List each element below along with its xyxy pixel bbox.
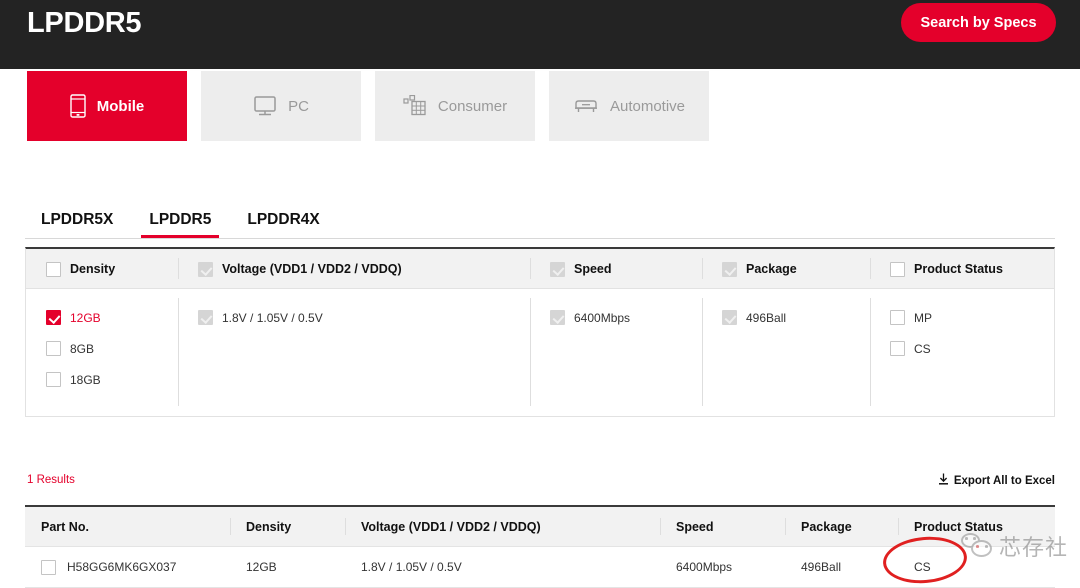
filter-options-package: 496Ball — [702, 289, 870, 415]
filter-panel: Density Voltage (VDD1 / VDD2 / VDDQ) Spe… — [25, 247, 1055, 417]
category-tab-pc[interactable]: PC — [201, 71, 361, 141]
category-tab-bar: Mobile PC Consumer Automotive — [27, 71, 709, 141]
filter-header-checkbox-voltage[interactable] — [198, 261, 213, 277]
cell-density: 12GB — [246, 560, 277, 574]
cell-speed: 6400Mbps — [676, 560, 733, 574]
filter-option-496ball[interactable]: 496Ball — [702, 302, 870, 333]
filter-option-label: 8GB — [70, 341, 95, 356]
filter-option-label: 1.8V / 1.05V / 0.5V — [222, 310, 323, 325]
filter-options-density: 12GB 8GB 18GB — [26, 289, 178, 415]
category-tab-automotive[interactable]: Automotive — [549, 71, 709, 141]
filter-option-label: 12GB — [70, 310, 101, 325]
results-table: Part No. Density Voltage (VDD1 / VDD2 / … — [25, 505, 1055, 588]
filter-column-product-status-header: Product Status — [870, 249, 1054, 288]
tab-lpddr4x[interactable]: LPDDR4X — [229, 203, 337, 236]
filter-options-speed: 6400Mbps — [530, 289, 702, 415]
filter-column-speed-header: Speed — [530, 249, 702, 288]
row-select-checkbox[interactable] — [41, 559, 56, 575]
filter-option-checkbox[interactable] — [890, 310, 905, 325]
results-table-header: Part No. Density Voltage (VDD1 / VDD2 / … — [25, 507, 1055, 547]
filter-options-row: 12GB 8GB 18GB 1.8V / 1.05V / 0.5V 6400Mb… — [26, 289, 1054, 415]
page-header: LPDDR5 Search by Specs — [0, 0, 1080, 69]
cell-package: 496Ball — [801, 560, 842, 574]
filter-header-checkbox-product-status[interactable] — [890, 261, 905, 277]
filter-header-label: Speed — [574, 262, 612, 276]
search-by-specs-button[interactable]: Search by Specs — [901, 3, 1056, 42]
cell-product-status: CS — [914, 560, 931, 574]
filter-option-voltage-value[interactable]: 1.8V / 1.05V / 0.5V — [178, 302, 530, 333]
column-header-product-status: Product Status — [898, 507, 1055, 546]
filter-options-voltage: 1.8V / 1.05V / 0.5V — [178, 289, 530, 415]
car-icon — [573, 96, 599, 116]
category-tab-label: Consumer — [437, 97, 508, 115]
product-type-tab-bar: LPDDR5X LPDDR5 LPDDR4X — [27, 203, 338, 238]
filter-column-package-header: Package — [702, 249, 870, 288]
table-row[interactable]: H58GG6MK6GX037 12GB 1.8V / 1.05V / 0.5V … — [25, 547, 1055, 588]
column-header-package: Package — [785, 507, 898, 546]
filter-options-product-status: MP CS — [870, 289, 1054, 415]
filter-header-checkbox-package[interactable] — [722, 261, 737, 277]
filter-column-voltage-header: Voltage (VDD1 / VDD2 / VDDQ) — [178, 249, 530, 288]
category-tab-consumer[interactable]: Consumer — [375, 71, 535, 141]
filter-header-label: Density — [70, 262, 116, 276]
column-header-speed: Speed — [660, 507, 785, 546]
filter-option-checkbox[interactable] — [890, 341, 905, 356]
filter-header-row: Density Voltage (VDD1 / VDD2 / VDDQ) Spe… — [26, 249, 1054, 289]
filter-option-label: 18GB — [70, 372, 101, 387]
results-bar: 1 Results Export All to Excel — [25, 470, 1055, 498]
filter-column-density-header: Density — [26, 249, 178, 288]
filter-option-cs[interactable]: CS — [870, 333, 1054, 364]
tab-lpddr5x[interactable]: LPDDR5X — [27, 203, 131, 236]
phone-icon — [70, 94, 86, 118]
cell-part-no: H58GG6MK6GX037 — [25, 547, 230, 587]
filter-option-checkbox[interactable] — [722, 310, 737, 325]
filter-option-18gb[interactable]: 18GB — [26, 364, 178, 395]
cell-voltage: 1.8V / 1.05V / 0.5V — [361, 560, 462, 574]
part-no-value: H58GG6MK6GX037 — [67, 560, 177, 574]
download-icon — [938, 473, 949, 488]
export-all-to-excel-button[interactable]: Export All to Excel — [938, 473, 1055, 488]
filter-header-checkbox-density[interactable] — [46, 261, 61, 277]
filter-option-checkbox[interactable] — [46, 310, 61, 325]
filter-option-6400mbps[interactable]: 6400Mbps — [530, 302, 702, 333]
tab-divider — [25, 238, 1055, 239]
filter-option-mp[interactable]: MP — [870, 302, 1054, 333]
filter-header-checkbox-speed[interactable] — [550, 261, 565, 277]
monitor-icon — [253, 95, 277, 117]
blocks-icon — [403, 95, 427, 117]
column-header-voltage: Voltage (VDD1 / VDD2 / VDDQ) — [345, 507, 660, 546]
filter-option-label: CS — [914, 341, 931, 356]
page-title: LPDDR5 — [27, 7, 142, 39]
category-tab-label: PC — [288, 97, 309, 115]
results-count: 1 Results — [27, 474, 75, 486]
filter-option-label: 6400Mbps — [574, 310, 631, 325]
filter-option-checkbox[interactable] — [46, 372, 61, 387]
filter-option-12gb[interactable]: 12GB — [26, 302, 178, 333]
filter-option-label: 496Ball — [746, 310, 787, 325]
export-label: Export All to Excel — [953, 474, 1055, 487]
filter-option-8gb[interactable]: 8GB — [26, 333, 178, 364]
column-header-part-no: Part No. — [41, 519, 89, 534]
column-header-density: Density — [230, 507, 345, 546]
category-tab-label: Mobile — [96, 97, 145, 115]
filter-option-label: MP — [914, 310, 932, 325]
category-tab-mobile[interactable]: Mobile — [27, 71, 187, 141]
filter-header-label: Package — [746, 262, 797, 276]
tab-lpddr5[interactable]: LPDDR5 — [131, 203, 229, 238]
filter-option-checkbox[interactable] — [46, 341, 61, 356]
filter-header-label: Product Status — [914, 262, 1003, 276]
filter-option-checkbox[interactable] — [198, 310, 213, 325]
category-tab-label: Automotive — [609, 97, 686, 115]
filter-header-label: Voltage (VDD1 / VDD2 / VDDQ) — [222, 262, 402, 276]
filter-option-checkbox[interactable] — [550, 310, 565, 325]
